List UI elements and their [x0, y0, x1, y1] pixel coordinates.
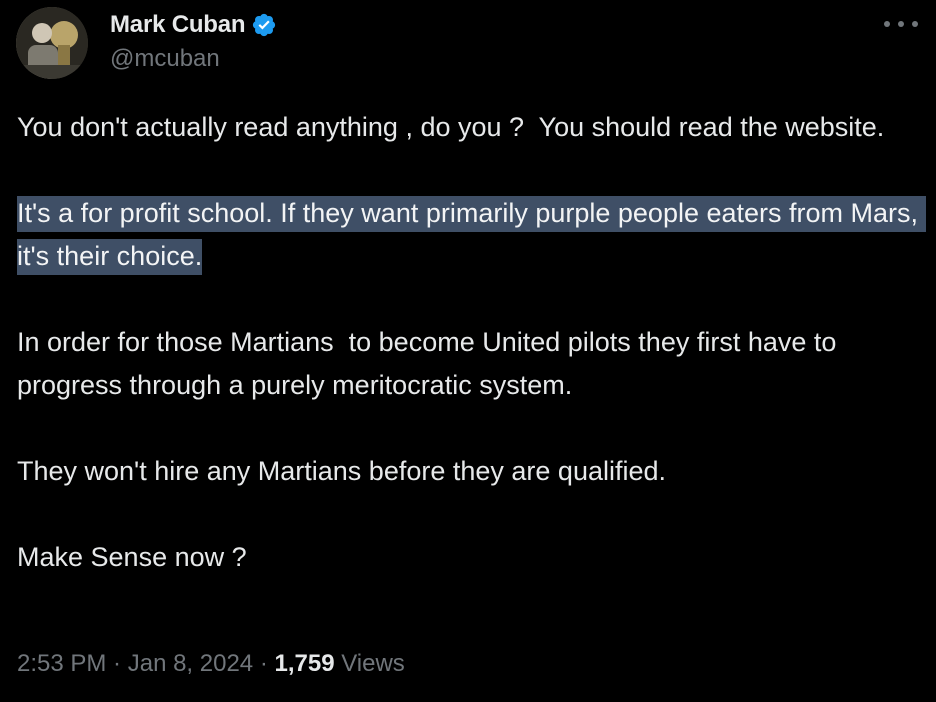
tweet-paragraph-2: It's a for profit school. If they want p…: [17, 192, 926, 278]
tweet-text: You don't actually read anything , do yo…: [17, 106, 926, 579]
tweet-paragraph-3: In order for those Martians to become Un…: [17, 327, 844, 400]
more-dot: [884, 21, 890, 27]
tweet-paragraph-1: You don't actually read anything , do yo…: [17, 112, 885, 142]
tweet-paragraph-5: Make Sense now ?: [17, 542, 247, 572]
verified-badge-icon[interactable]: [251, 12, 277, 38]
tweet-card: Mark Cuban @mcuban You don't actually re…: [0, 0, 936, 702]
more-options-icon[interactable]: [884, 12, 918, 36]
more-dot: [912, 21, 918, 27]
selected-text: It's a for profit school. If they want p…: [17, 196, 926, 275]
more-dot: [898, 21, 904, 27]
tweet-meta: 2:53 PM · Jan 8, 2024 · 1,759 Views: [17, 650, 405, 678]
meta-separator: ·: [106, 650, 128, 677]
author-name-row: Mark Cuban: [110, 8, 277, 42]
views-label: Views: [334, 650, 405, 677]
tweet-paragraph-4: They won't hire any Martians before they…: [17, 456, 667, 486]
author-display-name[interactable]: Mark Cuban: [110, 11, 246, 39]
views-count[interactable]: 1,759: [274, 650, 334, 678]
tweet-time[interactable]: 2:53 PM: [17, 650, 106, 678]
author-handle[interactable]: @mcuban: [110, 45, 220, 73]
tweet-date[interactable]: Jan 8, 2024: [128, 650, 253, 678]
avatar[interactable]: [16, 7, 88, 79]
meta-separator: ·: [253, 650, 275, 677]
